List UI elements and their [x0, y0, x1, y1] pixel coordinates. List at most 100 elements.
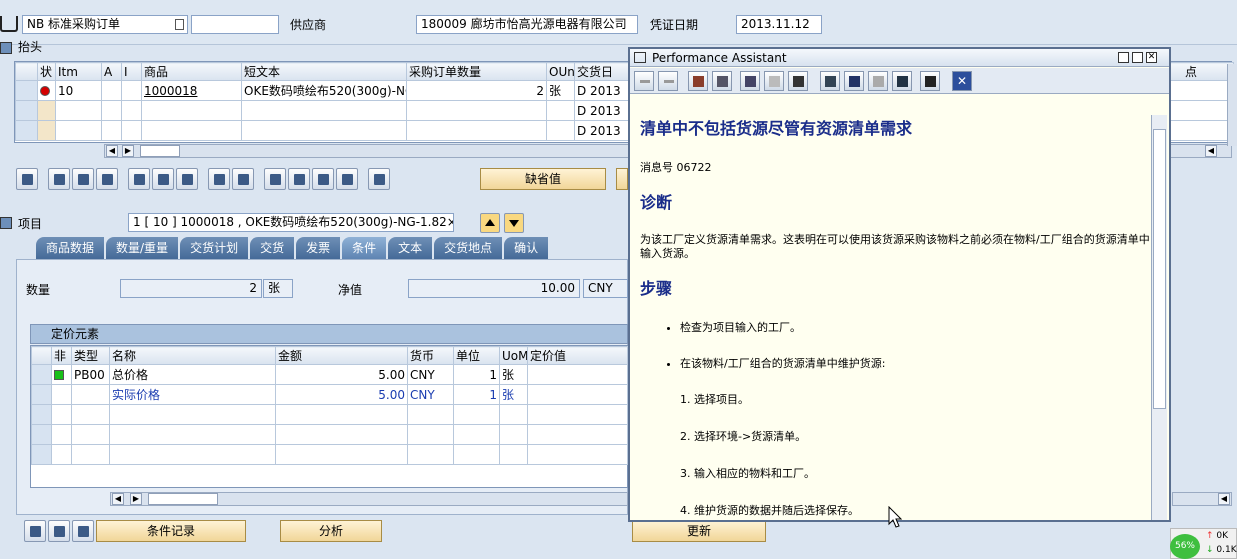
date-field[interactable]: 2013.11.12: [736, 15, 822, 34]
table-settings-button[interactable]: [232, 168, 254, 190]
condition-record-button[interactable]: 条件记录: [96, 520, 246, 542]
scroll-thumb[interactable]: [148, 493, 218, 505]
scroll-thumb[interactable]: [1153, 129, 1166, 409]
unlock-button[interactable]: [176, 168, 198, 190]
itm-cell[interactable]: [55, 100, 102, 121]
doc-type-select[interactable]: NB 标准采购订单: [22, 15, 188, 34]
col-i[interactable]: I: [121, 62, 142, 81]
currency-cell[interactable]: CNY: [407, 384, 454, 405]
prev-item-button[interactable]: [480, 213, 500, 233]
i-cell[interactable]: [121, 100, 142, 121]
close-icon[interactable]: ✕: [1146, 52, 1157, 63]
header-section-icon[interactable]: [0, 42, 12, 54]
bookmark-button[interactable]: [844, 71, 864, 91]
condition-value-cell[interactable]: [527, 384, 628, 405]
filter-set-button[interactable]: [312, 168, 334, 190]
tab-delivery-schedule[interactable]: 交货计划: [180, 237, 249, 259]
short-text-cell[interactable]: OKE数码喷绘布520(300g)-NG-: [241, 80, 407, 101]
item-section-icon[interactable]: [0, 217, 12, 229]
table-row[interactable]: [31, 424, 628, 445]
col-currency[interactable]: 货币: [407, 346, 454, 365]
delete-row-button[interactable]: [72, 520, 94, 542]
scroll-right-icon[interactable]: ▶: [130, 493, 142, 505]
col-short-text[interactable]: 短文本: [241, 62, 407, 81]
tab-confirmation[interactable]: 确认: [504, 237, 549, 259]
close-help-button[interactable]: ✕: [952, 71, 972, 91]
scroll-left-end-icon[interactable]: ◀: [1205, 145, 1217, 157]
col-material[interactable]: 商品: [141, 62, 242, 81]
itm-cell[interactable]: [55, 120, 102, 141]
right-vertical-scroll[interactable]: [1227, 64, 1237, 146]
row-selector[interactable]: [31, 404, 52, 425]
name-cell[interactable]: 实际价格: [109, 384, 276, 405]
short-text-cell[interactable]: [241, 120, 407, 141]
book-button[interactable]: [688, 71, 708, 91]
material-cell[interactable]: [141, 120, 242, 141]
unit-cell[interactable]: 1: [453, 364, 500, 385]
col-a[interactable]: A: [101, 62, 122, 81]
i-cell[interactable]: [121, 80, 142, 101]
oun-cell[interactable]: 张: [546, 80, 575, 101]
cart-icon[interactable]: [0, 16, 18, 32]
edit-button[interactable]: [740, 71, 760, 91]
scroll-left-icon[interactable]: ◀: [106, 145, 118, 157]
print-button[interactable]: [920, 71, 940, 91]
assistant-titlebar[interactable]: Performance Assistant ✕: [630, 49, 1169, 67]
filter-button[interactable]: [288, 168, 310, 190]
material-cell[interactable]: 1000018: [141, 80, 242, 101]
tab-conditions[interactable]: 条件: [342, 237, 387, 259]
tab-delivery[interactable]: 交货: [250, 237, 295, 259]
next-item-button[interactable]: [504, 213, 524, 233]
feedback-button[interactable]: [868, 71, 888, 91]
amount-cell[interactable]: 5.00: [275, 384, 408, 405]
duplicate-button[interactable]: [208, 168, 230, 190]
technical-info-button[interactable]: [712, 71, 732, 91]
oun-cell[interactable]: [546, 120, 575, 141]
currency-cell[interactable]: CNY: [407, 364, 454, 385]
table-row[interactable]: [31, 404, 628, 425]
glossary-button[interactable]: [820, 71, 840, 91]
a-cell[interactable]: [101, 100, 122, 121]
sort-up-button[interactable]: [264, 168, 286, 190]
scroll-left-icon[interactable]: ◀: [112, 493, 124, 505]
row-selector[interactable]: [15, 80, 38, 101]
col-amount[interactable]: 金额: [275, 346, 408, 365]
doc-number-field[interactable]: [191, 15, 279, 34]
assistant-vscroll[interactable]: [1151, 115, 1167, 520]
oun-cell[interactable]: [546, 100, 575, 121]
a-cell[interactable]: [101, 120, 122, 141]
itm-cell[interactable]: 10: [55, 80, 102, 101]
row-selector[interactable]: [15, 100, 38, 121]
scroll-right-icon[interactable]: ▶: [122, 145, 134, 157]
back-button[interactable]: [634, 71, 654, 91]
lock-button[interactable]: [152, 168, 174, 190]
col-condition-value[interactable]: 定价值: [527, 346, 628, 365]
col-qty[interactable]: 采购订单数量: [406, 62, 547, 81]
amount-cell[interactable]: 5.00: [275, 364, 408, 385]
tab-quantity-weight[interactable]: 数量/重量: [106, 237, 179, 259]
minimize-icon[interactable]: [1118, 52, 1129, 63]
tab-invoice[interactable]: 发票: [296, 237, 341, 259]
row-selector[interactable]: [31, 364, 52, 385]
type-cell[interactable]: [71, 384, 110, 405]
row-selector-header[interactable]: [15, 62, 38, 81]
forward-button[interactable]: [658, 71, 678, 91]
analysis-button[interactable]: 分析: [280, 520, 382, 542]
table-row[interactable]: [31, 444, 628, 465]
settings-button[interactable]: [892, 71, 912, 91]
col-uom[interactable]: UoM: [499, 346, 528, 365]
row-selector[interactable]: [15, 120, 38, 141]
more-button[interactable]: [616, 168, 628, 190]
short-text-cell[interactable]: [241, 100, 407, 121]
col-type[interactable]: 类型: [71, 346, 110, 365]
row-selector[interactable]: [31, 444, 52, 465]
col-name[interactable]: 名称: [109, 346, 276, 365]
a-cell[interactable]: [101, 80, 122, 101]
scroll-thumb[interactable]: [140, 145, 180, 157]
export-button[interactable]: [48, 168, 70, 190]
row-selector-header[interactable]: [31, 346, 52, 365]
material-cell[interactable]: [141, 100, 242, 121]
find-button[interactable]: [788, 71, 808, 91]
col-status[interactable]: 状: [37, 62, 56, 81]
supplier-field[interactable]: 180009 廊坊市怡高光源电器有限公司: [416, 15, 638, 34]
